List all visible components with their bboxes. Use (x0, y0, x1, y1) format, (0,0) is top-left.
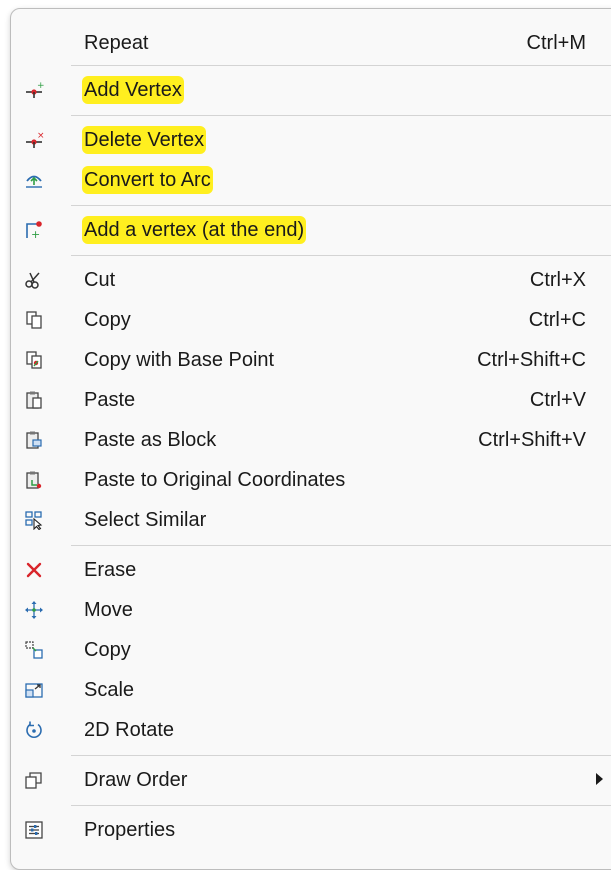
menu-item-shortcut: Ctrl+Shift+V (478, 429, 586, 451)
menu-item-convert-to-arc[interactable]: Convert to Arc (11, 162, 611, 198)
rotate-icon (24, 720, 44, 740)
menu-item-label: Paste (84, 389, 136, 411)
menu-item-label: Repeat (84, 32, 149, 54)
scissors-icon (24, 270, 44, 290)
menu-item-erase[interactable]: Erase (11, 552, 611, 588)
add-vertex-end-icon: + (24, 220, 44, 240)
delete-vertex-icon: × (24, 130, 44, 150)
move-icon (24, 600, 44, 620)
menu-item-label: Erase (84, 559, 137, 581)
menu-item-select-similar[interactable]: Select Similar (11, 502, 611, 538)
menu-item-label: Draw Order (84, 769, 188, 791)
properties-icon (24, 820, 44, 840)
menu-item-label: Convert to Arc (82, 166, 213, 194)
menu-separator (71, 545, 611, 546)
menu-item-move[interactable]: Move (11, 592, 611, 628)
paste-original-icon (24, 470, 44, 490)
menu-item-label: Move (84, 599, 133, 621)
menu-item-label: Add Vertex (82, 76, 184, 104)
menu-item-properties[interactable]: Properties (11, 812, 611, 848)
convert-to-arc-icon (24, 170, 44, 190)
menu-separator (71, 805, 611, 806)
menu-item-label: Paste as Block (84, 429, 217, 451)
menu-item-label: Cut (84, 269, 116, 291)
paste-icon (24, 390, 44, 410)
menu-item-label: 2D Rotate (84, 719, 175, 741)
paste-block-icon (24, 430, 44, 450)
menu-separator (71, 205, 611, 206)
menu-separator (71, 755, 611, 756)
menu-item-shortcut: Ctrl+C (528, 309, 586, 331)
menu-item-paste[interactable]: Paste Ctrl+V (11, 382, 611, 418)
draw-order-icon (24, 770, 44, 790)
svg-text:+: + (37, 81, 44, 91)
menu-item-label: Delete Vertex (82, 126, 207, 154)
context-menu: Repeat Ctrl+M + Add Vertex × Delete Vert… (10, 8, 611, 870)
select-similar-icon (24, 510, 44, 530)
menu-item-label: Select Similar (84, 509, 207, 531)
add-vertex-icon: + (24, 80, 44, 100)
menu-item-copy-object[interactable]: Copy (11, 632, 611, 668)
menu-item-paste-as-block[interactable]: Paste as Block Ctrl+Shift+V (11, 422, 611, 458)
menu-separator (71, 115, 611, 116)
submenu-arrow-icon (596, 773, 603, 785)
menu-item-scale[interactable]: Scale (11, 672, 611, 708)
svg-text:×: × (37, 131, 44, 141)
scale-icon (24, 680, 44, 700)
menu-item-delete-vertex[interactable]: × Delete Vertex (11, 122, 611, 158)
menu-item-copy-base-point[interactable]: Copy with Base Point Ctrl+Shift+C (11, 342, 611, 378)
menu-separator (71, 255, 611, 256)
menu-item-label: Add a vertex (at the end) (82, 216, 307, 244)
menu-item-shortcut: Ctrl+V (529, 389, 586, 411)
menu-item-label: Copy (84, 309, 131, 331)
svg-text:+: + (31, 228, 40, 240)
copy-icon (24, 310, 44, 330)
copy-object-icon (24, 640, 44, 660)
menu-item-add-vertex[interactable]: + Add Vertex (11, 72, 611, 108)
menu-item-add-vertex-end[interactable]: + Add a vertex (at the end) (11, 212, 611, 248)
menu-item-cut[interactable]: Cut Ctrl+X (11, 262, 611, 298)
menu-item-draw-order[interactable]: Draw Order (11, 762, 611, 798)
menu-item-label: Scale (84, 679, 135, 701)
menu-item-copy[interactable]: Copy Ctrl+C (11, 302, 611, 338)
menu-separator (71, 65, 611, 66)
menu-item-shortcut: Ctrl+Shift+C (477, 349, 586, 371)
menu-item-paste-original[interactable]: Paste to Original Coordinates (11, 462, 611, 498)
copy-base-point-icon (24, 350, 44, 370)
menu-item-label: Paste to Original Coordinates (84, 469, 346, 491)
menu-item-label: Copy with Base Point (84, 349, 275, 371)
menu-item-repeat[interactable]: Repeat Ctrl+M (11, 25, 611, 61)
menu-item-shortcut: Ctrl+X (529, 269, 586, 291)
erase-icon (24, 560, 44, 580)
menu-item-2d-rotate[interactable]: 2D Rotate (11, 712, 611, 748)
menu-item-label: Copy (84, 639, 131, 661)
menu-item-shortcut: Ctrl+M (526, 32, 586, 54)
